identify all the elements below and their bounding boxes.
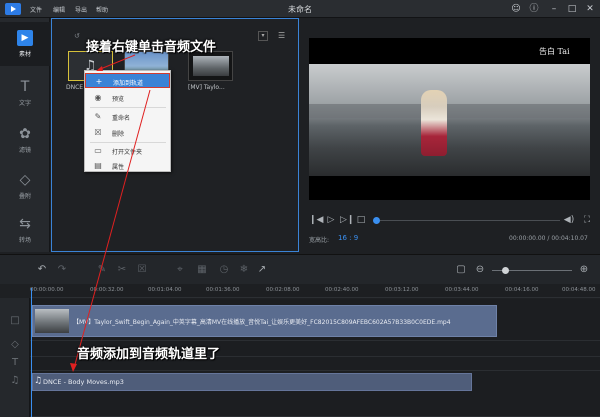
callout-bottom: 音频添加到音频轨道里了 <box>77 347 221 362</box>
callout-top: 接着右键单击音频文件 <box>86 40 217 55</box>
video-editor-window: 文件 编辑 导出 帮助 未命名 ☺ ⓘ – □ ✕ ▶ 素材 T 文字 ✿ 滤镜… <box>0 0 600 417</box>
